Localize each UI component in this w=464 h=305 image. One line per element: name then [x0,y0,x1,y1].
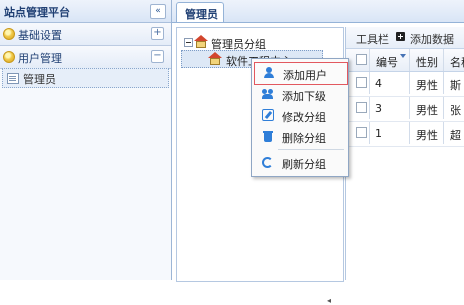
table-row[interactable]: 1 男性 超 [346,122,464,147]
menu-item-label: 删除分组 [282,132,326,145]
column-label: 性别 [416,56,438,69]
select-all-checkbox[interactable] [356,54,367,65]
row-checkbox[interactable] [356,102,367,113]
collapse-sidebar-button[interactable]: « [150,4,166,19]
menu-item-label: 修改分组 [282,111,326,124]
menu-item-delete-group[interactable]: 删除分组 [254,126,346,147]
column-header-id[interactable]: 编号 [370,49,410,71]
accordion-label: 用户管理 [18,52,62,65]
accordion-basic-settings[interactable]: 基础设置 + [0,23,171,46]
cell-gender: 男性 [416,79,438,92]
sidebar-item-label: 管理员 [23,73,56,86]
home-group-icon [194,35,208,48]
context-menu: 添加用户 添加下级 修改分组 删除分组 刷新分组 [251,58,349,177]
column-label: 编号 [376,56,398,69]
collapse-toggle[interactable]: − [151,50,164,63]
sort-desc-icon [400,54,406,58]
cell-gender: 男性 [416,104,438,117]
users-icon [262,88,274,100]
header-select-cell [346,49,370,71]
cell-id: 4 [375,77,382,90]
column-label: 名称 [450,56,464,69]
sidebar-item-admin[interactable]: 管理员 [2,68,169,88]
cell-name: 斯 [450,79,461,92]
expand-toggle[interactable]: + [151,27,164,40]
sidebar: 站点管理平台 « 基础设置 + 用户管理 − 管理员 [0,0,172,280]
grid-panel: 工具栏 添加数据 编号 性别 名称 4 男性 斯 3 男性 张 1 男性 超 [345,27,464,280]
menu-item-add-user[interactable]: 添加用户 [254,62,348,85]
cell-name: 超 [450,129,461,142]
menu-item-edit-group[interactable]: 修改分组 [254,105,346,126]
add-icon[interactable] [396,32,405,41]
menu-item-label: 添加用户 [283,69,327,82]
edit-icon [262,109,274,121]
tree-node-root[interactable]: 管理员分组 [183,34,333,51]
cell-id: 1 [375,127,382,140]
grid-header: 编号 性别 名称 [346,49,464,72]
trash-icon [262,130,274,142]
refresh-icon [262,157,273,168]
accordion-label: 基础设置 [18,29,62,42]
cell-name: 张 [450,104,461,117]
menu-item-refresh-group[interactable]: 刷新分组 [254,152,346,173]
menu-item-label: 添加下级 [282,90,326,103]
document-icon [7,73,19,84]
column-header-gender[interactable]: 性别 [410,49,444,71]
grid-toolbar: 工具栏 添加数据 [346,27,464,49]
scroll-left-icon[interactable]: ◂ [327,296,333,305]
sidebar-header: 站点管理平台 « [0,0,171,23]
table-row[interactable]: 4 男性 斯 [346,72,464,97]
column-header-name[interactable]: 名称 [444,49,464,71]
tab-admin[interactable]: 管理员 [176,2,224,22]
bulb-icon [3,28,15,40]
tab-label: 管理员 [185,8,218,21]
collapse-node-icon[interactable] [184,38,193,47]
tab-bar: 管理员 [172,0,464,23]
accordion-user-management[interactable]: 用户管理 − [0,46,171,69]
cell-id: 3 [375,102,382,115]
table-row[interactable]: 3 男性 张 [346,97,464,122]
sidebar-title: 站点管理平台 [4,6,70,19]
row-checkbox[interactable] [356,127,367,138]
toolbar-label: 工具栏 [356,33,389,46]
menu-separator [278,149,344,150]
menu-item-label: 刷新分组 [282,158,326,171]
add-data-button[interactable]: 添加数据 [410,31,454,47]
user-icon [263,67,275,79]
row-checkbox[interactable] [356,77,367,88]
bulb-icon [3,51,15,63]
menu-item-add-subgroup[interactable]: 添加下级 [254,84,346,105]
cell-gender: 男性 [416,129,438,142]
home-group-icon [208,52,222,65]
